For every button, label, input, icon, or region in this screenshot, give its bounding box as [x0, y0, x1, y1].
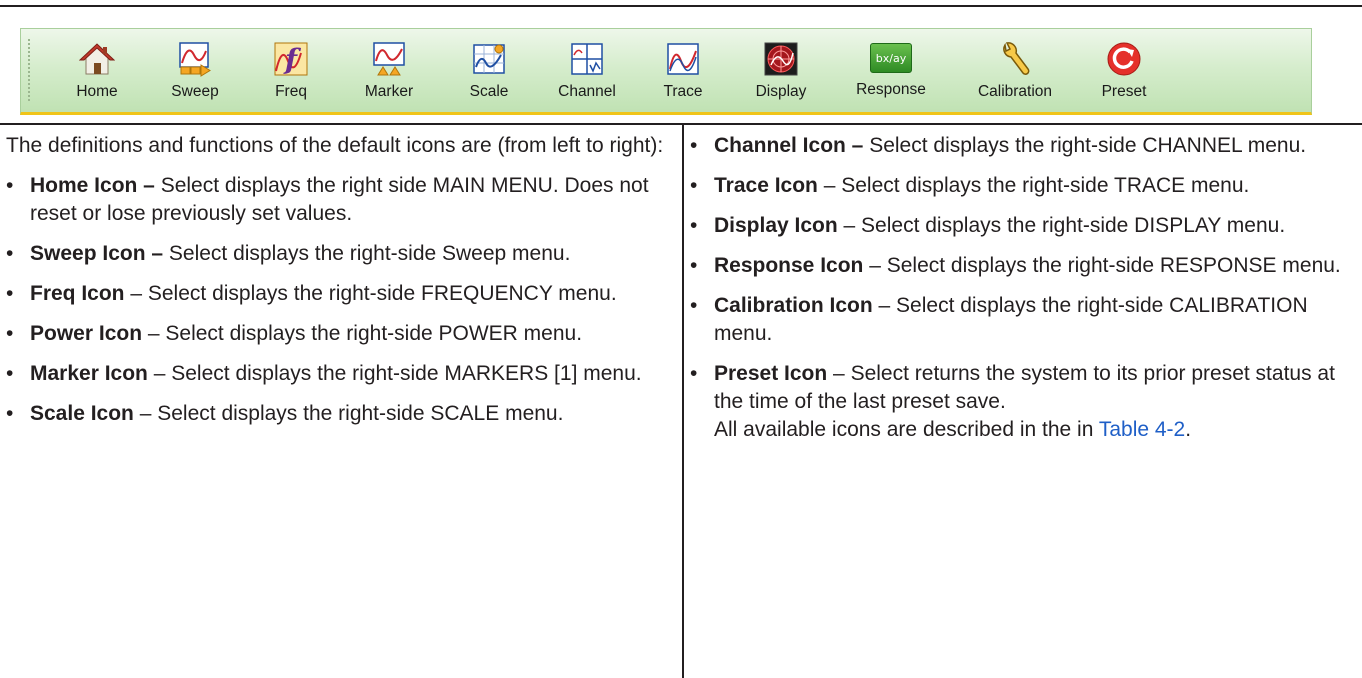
definition-item: • Freq Icon – Select displays the right-s…: [6, 280, 674, 308]
definition-title: Response Icon: [714, 254, 864, 277]
definition-title: Home Icon –: [30, 174, 155, 197]
home-icon: [79, 43, 115, 75]
home-label: Home: [76, 83, 118, 100]
definition-item: • Power Icon – Select displays the right-…: [6, 320, 674, 348]
freq-icon: f: [274, 42, 308, 76]
channel-icon: [571, 43, 603, 75]
definition-item: • Channel Icon – Select displays the righ…: [690, 132, 1358, 160]
home-button[interactable]: Home: [61, 29, 133, 113]
response-button[interactable]: bx/ay Response: [847, 29, 935, 113]
bullet: •: [690, 174, 698, 197]
display-icon: [764, 42, 798, 76]
bullet: •: [6, 282, 14, 305]
definition-title: Power Icon: [30, 322, 143, 345]
response-badge-text: bx/ay: [875, 51, 907, 65]
definition-title: Trace Icon: [714, 174, 818, 197]
trace-icon: [667, 43, 699, 75]
left-definitions-list: • Home Icon – Select displays the right s…: [6, 172, 674, 428]
definition-item: • Sweep Icon – Select displays the right-…: [6, 240, 674, 268]
definition-text: – Select displays the right-side RESPONS…: [863, 254, 1341, 277]
bullet: •: [690, 254, 698, 277]
definition-title: Preset Icon: [714, 362, 828, 385]
wrench-icon: [1003, 42, 1030, 75]
bullet: •: [6, 174, 14, 197]
definition-title: Freq Icon: [30, 282, 125, 305]
definition-text: – Select displays the right-side SCALE m…: [133, 402, 564, 425]
channel-label: Channel: [558, 83, 616, 100]
icon-toolbar: Home Sweep f Freq Marker Scale Channel T…: [20, 28, 1312, 115]
closing-note: All available icons are described in the…: [690, 416, 1358, 444]
freq-button[interactable]: f Freq: [255, 29, 327, 113]
definition-title: Sweep Icon –: [30, 242, 164, 265]
preset-label: Preset: [1101, 83, 1147, 100]
definition-text: – Select displays the right-side MARKERS…: [147, 362, 642, 385]
definition-text: Select displays the right-side CHANNEL m…: [863, 134, 1307, 157]
bullet: •: [6, 322, 14, 345]
marker-label: Marker: [364, 83, 414, 100]
marker-icon: [373, 42, 405, 76]
right-column: • Channel Icon – Select displays the righ…: [690, 132, 1358, 456]
response-icon: bx/ay: [870, 43, 912, 73]
preset-button[interactable]: Preset: [1091, 29, 1157, 113]
bullet: •: [690, 134, 698, 157]
definition-item: • Response Icon – Select displays the rig…: [690, 252, 1358, 280]
definition-item: • Preset Icon – Select returns the system…: [690, 360, 1358, 416]
scale-label: Scale: [469, 83, 509, 100]
scale-icon: [473, 44, 505, 74]
bullet: •: [690, 362, 698, 385]
closing-end: .: [1185, 418, 1192, 441]
freq-label: Freq: [275, 83, 307, 100]
trace-button[interactable]: Trace: [647, 29, 719, 113]
toolbar-grip[interactable]: [28, 39, 30, 101]
definition-text: – Select displays the right-side DISPLAY…: [837, 214, 1286, 237]
trace-label: Trace: [663, 83, 703, 100]
sweep-icon: [179, 42, 211, 77]
calibration-button[interactable]: Calibration: [967, 29, 1063, 113]
bullet: •: [6, 402, 14, 425]
sweep-button[interactable]: Sweep: [159, 29, 231, 113]
section-rule: [0, 123, 1362, 125]
preset-icon: [1107, 42, 1141, 76]
column-divider: [682, 125, 684, 678]
definition-item: • Calibration Icon – Select displays the …: [690, 292, 1358, 348]
definition-text: – Select displays the right-side TRACE m…: [817, 174, 1250, 197]
definition-text: – Select displays the right-side FREQUEN…: [124, 282, 617, 305]
definition-item: • Home Icon – Select displays the right s…: [6, 172, 674, 228]
display-button[interactable]: Display: [743, 29, 819, 113]
definition-text: – Select displays the right-side POWER m…: [142, 322, 583, 345]
bullet: •: [6, 242, 14, 265]
definition-title: Calibration Icon: [714, 294, 873, 317]
definition-title: Display Icon: [714, 214, 838, 237]
response-label: Response: [856, 81, 926, 98]
definition-title: Channel Icon –: [714, 134, 864, 157]
calibration-label: Calibration: [977, 83, 1053, 100]
intro-text: The definitions and functions of the def…: [6, 134, 664, 157]
bullet: •: [690, 294, 698, 317]
definition-text: Select displays the right-side Sweep men…: [163, 242, 571, 265]
bullet: •: [690, 214, 698, 237]
closing-text: All available icons are described in the…: [714, 418, 1099, 441]
definition-item: • Scale Icon – Select displays the right-…: [6, 400, 674, 428]
top-rule: [0, 5, 1362, 7]
channel-button[interactable]: Channel: [547, 29, 627, 113]
right-definitions-list: • Channel Icon – Select displays the righ…: [690, 132, 1358, 416]
marker-button[interactable]: Marker: [353, 29, 425, 113]
definition-item: • Display Icon – Select displays the righ…: [690, 212, 1358, 240]
scale-button[interactable]: Scale: [453, 29, 525, 113]
definition-title: Marker Icon: [30, 362, 148, 385]
definition-item: • Marker Icon – Select displays the right…: [6, 360, 674, 388]
definition-title: Scale Icon: [30, 402, 134, 425]
definition-item: • Trace Icon – Select displays the right-…: [690, 172, 1358, 200]
bullet: •: [6, 362, 14, 385]
left-column: The definitions and functions of the def…: [6, 132, 674, 440]
display-label: Display: [755, 83, 807, 100]
table-4-2-link[interactable]: Table 4-2: [1099, 418, 1185, 441]
sweep-label: Sweep: [171, 83, 219, 100]
